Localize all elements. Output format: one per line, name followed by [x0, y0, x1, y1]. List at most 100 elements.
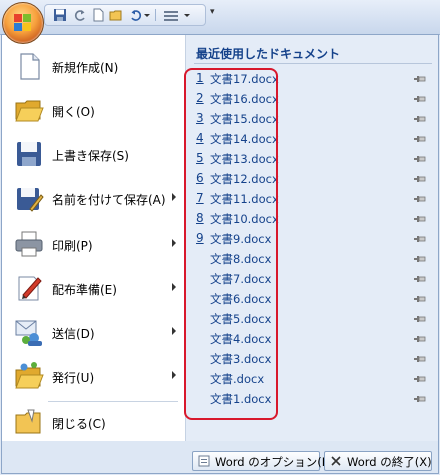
save-as-icon: [17, 188, 44, 212]
menu-item-new[interactable]: 新規作成(N): [2, 47, 185, 87]
menu-commands: 新規作成(N) 開く(O) 上書き保存(S) 名前を付けて保存(A) 印刷(P)…: [2, 35, 186, 441]
button-label: Word の終了(X): [347, 455, 432, 469]
office-button[interactable]: [2, 2, 44, 44]
pin-icon[interactable]: [414, 195, 426, 203]
menu-item-label: 新規作成(N): [52, 61, 119, 75]
pin-icon[interactable]: [414, 295, 426, 303]
pin-icon[interactable]: [414, 315, 426, 323]
menu-item-print[interactable]: 印刷(P): [2, 225, 185, 265]
recent-file-item[interactable]: 2 文書16.docx: [186, 89, 438, 109]
menu-item-label: 上書き保存(S): [52, 149, 129, 163]
new-file-icon[interactable]: [91, 8, 105, 22]
save-disk-icon: [17, 142, 41, 166]
close-icon: [331, 456, 341, 466]
recent-file-number: 8: [196, 211, 204, 225]
recent-file-name: 文書15.docx: [210, 112, 279, 126]
recent-file-item[interactable]: 1 文書17.docx: [186, 69, 438, 89]
recent-file-item[interactable]: 文書5.docx: [186, 309, 438, 329]
recent-file-name: 文書11.docx: [210, 192, 279, 206]
pin-icon[interactable]: [414, 275, 426, 283]
menu-item-save[interactable]: 上書き保存(S): [2, 135, 185, 175]
pin-icon[interactable]: [414, 95, 426, 103]
recent-file-item[interactable]: 3 文書15.docx: [186, 109, 438, 129]
menu-item-label: 開く(O): [52, 105, 95, 119]
recent-file-number: 6: [196, 171, 204, 185]
recent-documents-panel: 最近使用したドキュメント 1 文書17.docx 2 文書16.docx 3 文書15.d…: [186, 35, 438, 441]
printer-icon: [15, 231, 43, 257]
style-icon[interactable]: [163, 8, 179, 22]
exit-word-button[interactable]: Word の終了(X): [324, 451, 432, 471]
submenu-arrow-icon: [172, 283, 176, 291]
recent-file-number: 3: [196, 111, 204, 125]
pin-icon[interactable]: [414, 175, 426, 183]
recent-file-name: 文書6.docx: [210, 292, 272, 306]
pin-icon[interactable]: [414, 135, 426, 143]
menu-item-prepare[interactable]: 配布準備(E): [2, 269, 185, 309]
open-icon[interactable]: [109, 8, 123, 22]
button-label: Word のオプション(I): [215, 455, 330, 469]
recent-file-item[interactable]: 文書1.docx: [186, 389, 438, 409]
pin-icon[interactable]: [414, 375, 426, 383]
recent-file-item[interactable]: 文書7.docx: [186, 269, 438, 289]
menu-item-open[interactable]: 開く(O): [2, 91, 185, 131]
recent-file-item[interactable]: 文書6.docx: [186, 289, 438, 309]
recent-file-name: 文書5.docx: [210, 312, 272, 326]
redo-icon[interactable]: [73, 8, 87, 22]
pin-icon[interactable]: [414, 155, 426, 163]
menu-item-send[interactable]: 送信(D): [2, 313, 185, 353]
menu-item-label: 配布準備(E): [52, 283, 117, 297]
recent-documents-title: 最近使用したドキュメント: [196, 47, 341, 61]
recent-file-name: 文書4.docx: [210, 332, 272, 346]
recent-file-item[interactable]: 7 文書11.docx: [186, 189, 438, 209]
recent-file-item[interactable]: 8 文書10.docx: [186, 209, 438, 229]
pin-icon[interactable]: [414, 215, 426, 223]
save-icon[interactable]: [53, 8, 67, 22]
recent-file-item[interactable]: 文書.docx: [186, 369, 438, 389]
menu-separator: [48, 401, 178, 402]
pin-icon[interactable]: [414, 235, 426, 243]
customize-toolbar-icon[interactable]: ▾: [210, 7, 215, 17]
recent-file-number: 9: [196, 231, 204, 245]
recent-file-number: 2: [196, 91, 204, 105]
recent-file-name: 文書9.docx: [210, 232, 272, 246]
office-logo-icon: [14, 14, 32, 32]
title-divider: [194, 63, 432, 64]
menu-item-close[interactable]: 閉じる(C): [2, 403, 185, 443]
menu-item-label: 閉じる(C): [52, 417, 106, 431]
toolbar-separator: [155, 9, 156, 21]
recent-file-number: 5: [196, 151, 204, 165]
recent-file-number: 4: [196, 131, 204, 145]
recent-file-name: 文書13.docx: [210, 152, 279, 166]
recent-file-item[interactable]: 文書4.docx: [186, 329, 438, 349]
recent-file-name: 文書17.docx: [210, 72, 279, 86]
submenu-arrow-icon: [172, 371, 176, 379]
recent-file-name: 文書1.docx: [210, 392, 272, 406]
recent-file-item[interactable]: 4 文書14.docx: [186, 129, 438, 149]
menu-item-label: 印刷(P): [52, 239, 93, 253]
menu-item-save-as[interactable]: 名前を付けて保存(A): [2, 179, 185, 219]
recent-file-item[interactable]: 5 文書13.docx: [186, 149, 438, 169]
recent-file-name: 文書14.docx: [210, 132, 279, 146]
close-folder-icon: [15, 409, 41, 434]
recent-file-name: 文書7.docx: [210, 272, 272, 286]
pin-icon[interactable]: [414, 355, 426, 363]
recent-file-name: 文書16.docx: [210, 92, 279, 106]
undo-icon[interactable]: [129, 8, 143, 22]
style-dropdown-icon[interactable]: [183, 8, 191, 22]
word-options-button[interactable]: Word のオプション(I): [192, 451, 330, 471]
pin-icon[interactable]: [414, 75, 426, 83]
recent-file-name: 文書.docx: [210, 372, 265, 386]
quick-access-toolbar: ▾: [0, 0, 440, 44]
pin-icon[interactable]: [414, 395, 426, 403]
recent-file-item[interactable]: 文書3.docx: [186, 349, 438, 369]
recent-file-item[interactable]: 6 文書12.docx: [186, 169, 438, 189]
menu-item-label: 名前を付けて保存(A): [52, 193, 166, 207]
undo-dropdown-icon[interactable]: [143, 8, 151, 22]
pin-icon[interactable]: [414, 335, 426, 343]
recent-file-item[interactable]: 文書8.docx: [186, 249, 438, 269]
recent-file-item[interactable]: 9 文書9.docx: [186, 229, 438, 249]
menu-item-publish[interactable]: 発行(U): [2, 357, 185, 397]
publish-icon: [15, 362, 44, 389]
pin-icon[interactable]: [414, 255, 426, 263]
pin-icon[interactable]: [414, 115, 426, 123]
